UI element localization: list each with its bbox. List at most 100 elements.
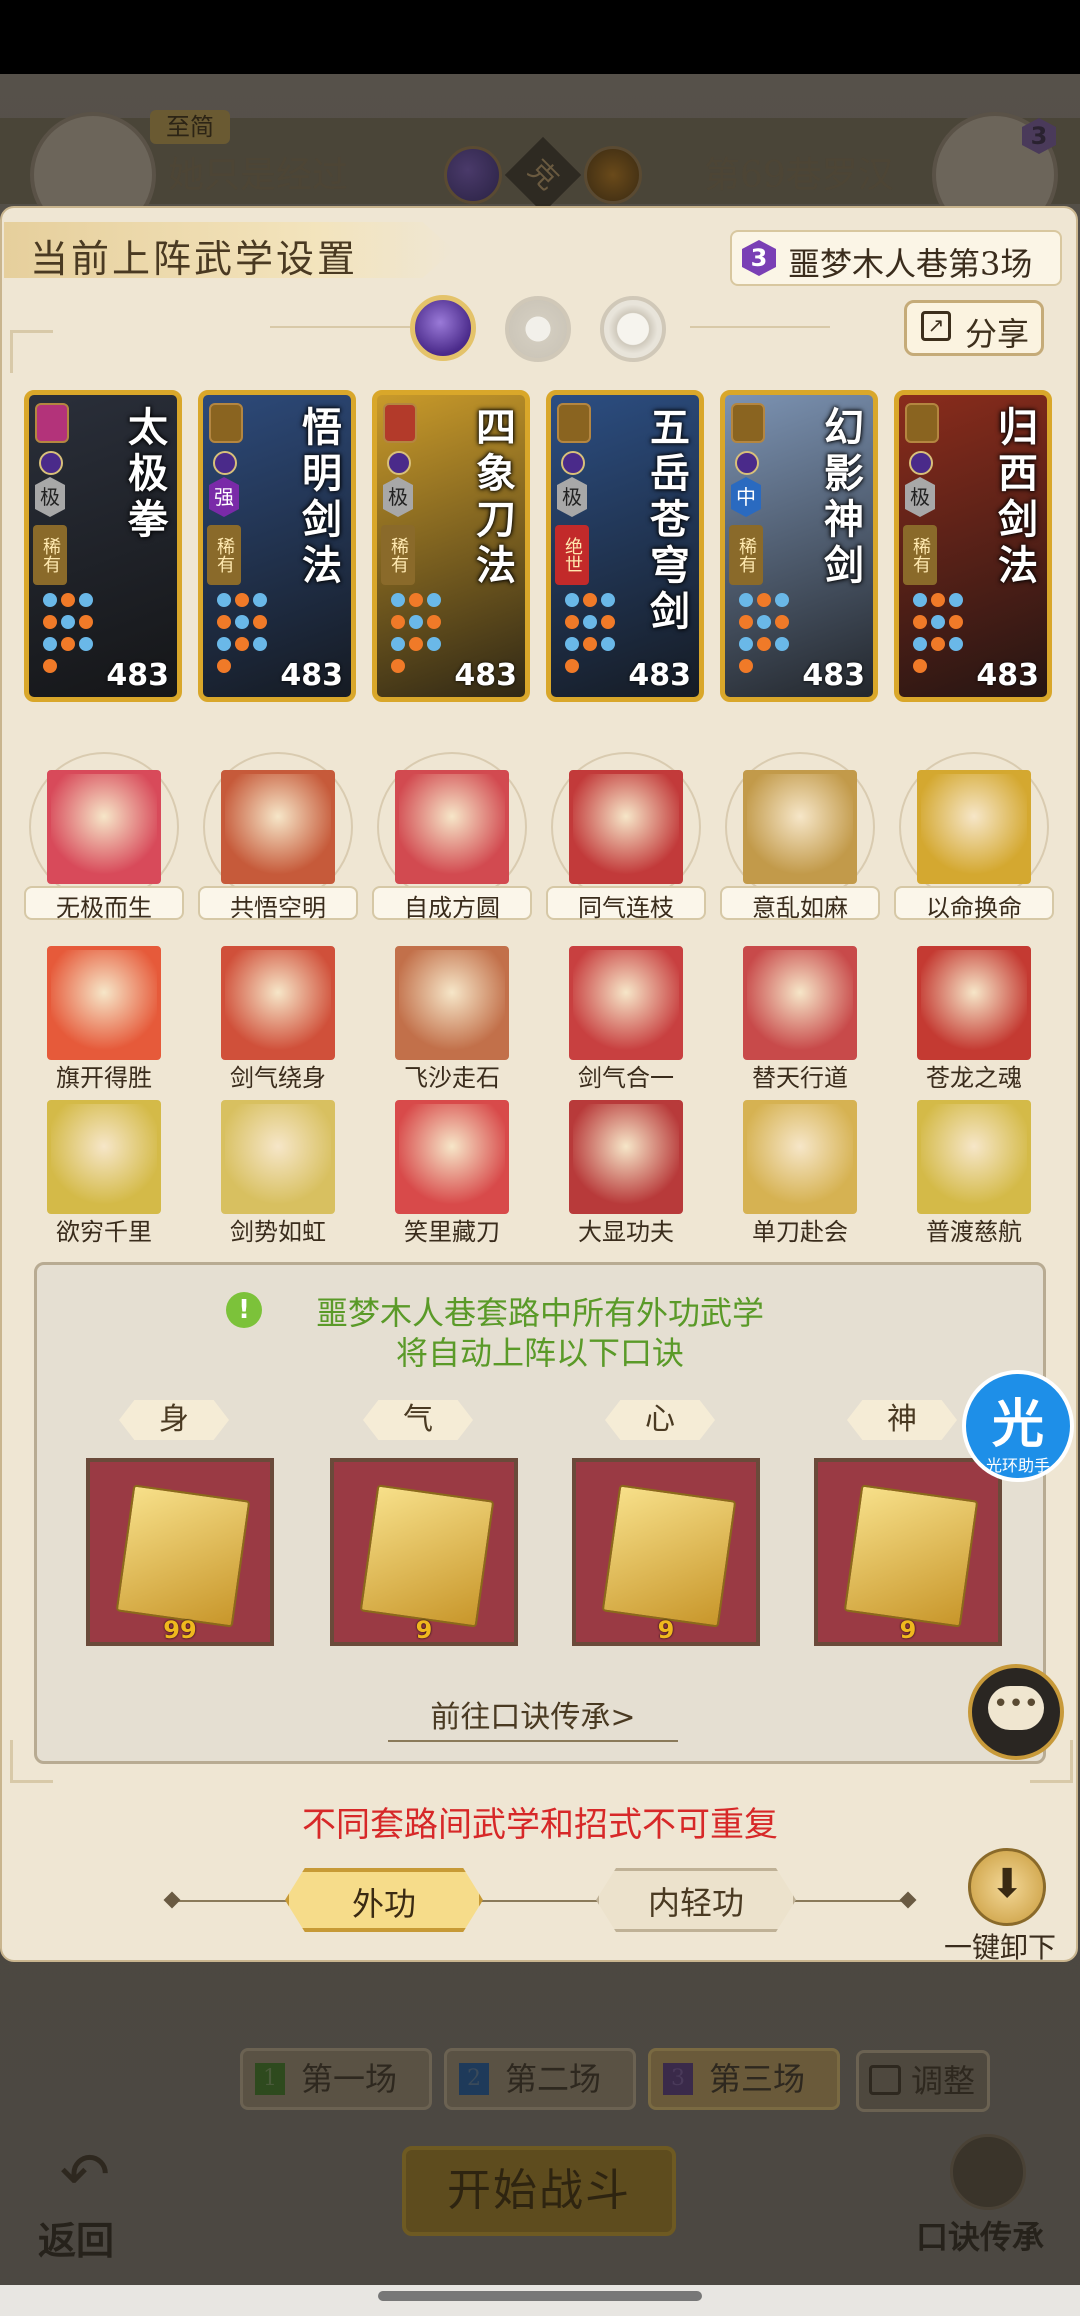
skill-card[interactable]: 强 稀有 悟明剑法 483 (198, 390, 356, 702)
move-icon[interactable] (569, 946, 683, 1060)
start-battle-button[interactable]: 开始战斗 (402, 2146, 676, 2236)
moon-style-tab[interactable] (410, 295, 476, 361)
move-icon[interactable] (221, 946, 335, 1060)
water-drop-icon (391, 637, 405, 651)
ring-style-tab[interactable] (600, 296, 666, 362)
round-1-button[interactable]: 1 第一场 (240, 2048, 432, 2110)
koujue-inherit-icon (950, 2134, 1026, 2210)
koujue-count: 9 (899, 1616, 917, 1644)
move-label: 共悟空明 (230, 894, 326, 922)
move-icon[interactable] (743, 770, 857, 884)
tab-inner[interactable]: 内轻功 (596, 1868, 796, 1932)
water-drop-icon (739, 637, 753, 651)
card-power: 483 (280, 658, 343, 693)
corner-ornament (10, 330, 53, 373)
move-label: 大显功夫 (578, 1218, 674, 1246)
helper-badge[interactable]: 光 光环助手 (962, 1370, 1074, 1482)
card-name: 悟明剑法 (302, 404, 342, 589)
right-player-name: 第69巷罗汉 (704, 155, 894, 196)
left-player-name: 她只是经过 (168, 155, 349, 196)
card-rarity: 稀有 (381, 525, 415, 585)
round-2-button[interactable]: 2 第二场 (444, 2048, 636, 2110)
move-icon[interactable] (743, 1100, 857, 1214)
down-arrow-icon: ⬇ (990, 1861, 1024, 1907)
moon-orb-icon (39, 451, 63, 475)
share-button[interactable]: ↗ 分享 (904, 300, 1044, 356)
scroll-figure-icon (115, 1484, 251, 1628)
skill-card[interactable]: 极 稀有 太极拳 483 (24, 390, 182, 702)
koujue-category: 身 (119, 1400, 229, 1440)
move-icon[interactable] (743, 946, 857, 1060)
card-tier: 极 (383, 477, 413, 517)
move-icon[interactable] (569, 1100, 683, 1214)
round-1-num: 1 (255, 2063, 285, 2095)
adjust-icon (869, 2065, 901, 2095)
water-drop-icon (217, 593, 231, 607)
adjust-button[interactable]: 调整 (856, 2050, 990, 2112)
move-icon[interactable] (221, 1100, 335, 1214)
round-2-label: 第二场 (505, 2060, 602, 2098)
move-icon[interactable] (395, 1100, 509, 1214)
round-3-label: 第三场 (709, 2060, 806, 2098)
koujue-card[interactable]: 9 (572, 1458, 760, 1646)
sun-style-tab[interactable] (505, 296, 571, 362)
round-3-button[interactable]: 3 第三场 (648, 2048, 840, 2110)
koujue-link[interactable]: 前往口诀传承> (388, 1692, 678, 1742)
scroll-figure-icon (601, 1484, 737, 1628)
level-name: 噩梦木人巷第3场 (788, 245, 1033, 283)
koujue-card[interactable]: 9 (330, 1458, 518, 1646)
water-drop-icon (43, 637, 57, 651)
round-3-num: 3 (663, 2063, 693, 2095)
left-player-title: 至简 (150, 110, 230, 144)
school-crest-icon (35, 403, 69, 443)
fire-drop-icon (391, 615, 405, 629)
skill-card[interactable]: 极 稀有 归西剑法 483 (894, 390, 1052, 702)
card-power: 483 (106, 658, 169, 693)
back-label: 返回 (38, 2218, 115, 2263)
tab-outer[interactable]: 外功 (285, 1868, 483, 1932)
water-drop-icon (583, 615, 597, 629)
fire-drop-icon (583, 593, 597, 607)
move-icon[interactable] (917, 1100, 1031, 1214)
moon-orb-icon (213, 451, 237, 475)
fire-drop-icon (931, 593, 945, 607)
koujue-card[interactable]: 9 (814, 1458, 1002, 1646)
skill-card[interactable]: 极 绝世 五岳苍穹剑 483 (546, 390, 704, 702)
fire-drop-icon (235, 637, 249, 651)
move-icon[interactable] (917, 770, 1031, 884)
move-icon[interactable] (47, 1100, 161, 1214)
chat-icon: ••• (988, 1686, 1044, 1730)
move-icon[interactable] (221, 770, 335, 884)
move-icon[interactable] (395, 770, 509, 884)
chat-button[interactable]: ••• (968, 1664, 1064, 1760)
move-icon[interactable] (47, 946, 161, 1060)
koujue-card[interactable]: 99 (86, 1458, 274, 1646)
water-drop-icon (601, 637, 615, 651)
skill-card[interactable]: 极 稀有 四象刀法 483 (372, 390, 530, 702)
move-icon[interactable] (569, 770, 683, 884)
fire-drop-icon (391, 659, 405, 673)
fire-drop-icon (913, 659, 927, 673)
koujue-link-text: 前往口诀传承> (430, 1700, 636, 1735)
card-tier: 极 (557, 477, 587, 517)
move-icon[interactable] (917, 946, 1031, 1060)
scroll-figure-icon (359, 1484, 495, 1628)
card-resource-dots (41, 591, 101, 679)
sun-orb-icon (584, 146, 642, 204)
move-icon[interactable] (395, 946, 509, 1060)
water-drop-icon (739, 593, 753, 607)
back-button[interactable]: ↶ 返回 (30, 2140, 140, 2263)
card-tier: 极 (35, 477, 65, 517)
move-label: 同气连枝 (578, 894, 674, 922)
home-indicator[interactable] (378, 2291, 702, 2301)
move-label: 替天行道 (752, 1064, 848, 1092)
scroll-figure-icon (843, 1484, 979, 1628)
move-label: 无极而生 (56, 894, 152, 922)
skill-card[interactable]: 中 稀有 幻影神剑 483 (720, 390, 878, 702)
move-icon[interactable] (47, 770, 161, 884)
water-drop-icon (601, 593, 615, 607)
unload-button[interactable]: ⬇ (968, 1848, 1046, 1926)
koujue-inherit-button[interactable]: 口诀传承 (914, 2134, 1064, 2264)
fire-drop-icon (427, 615, 441, 629)
moon-orb-icon (561, 451, 585, 475)
